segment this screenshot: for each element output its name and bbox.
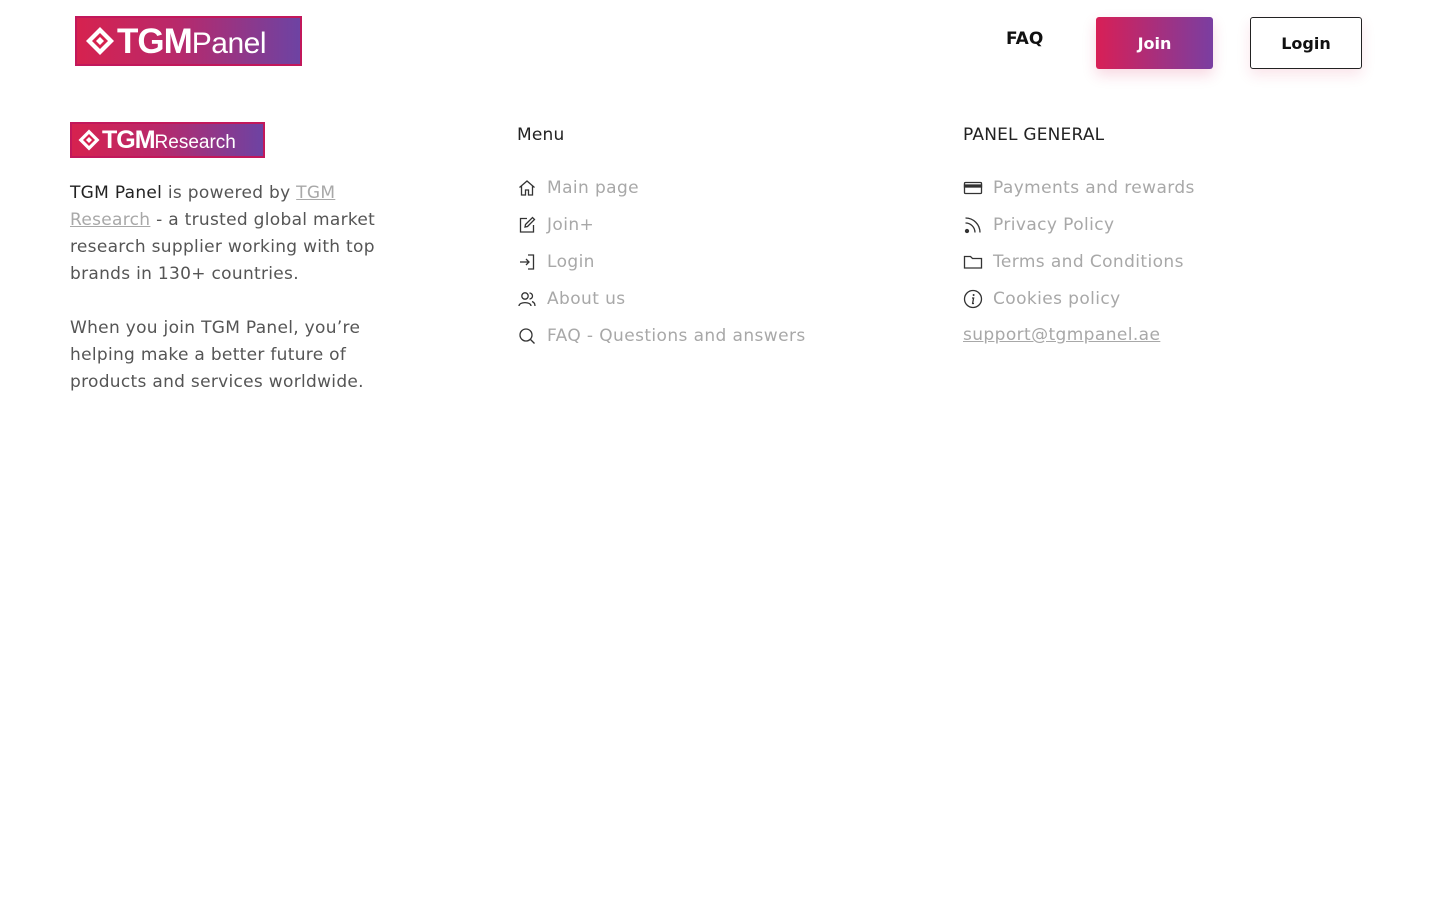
menu-link-label[interactable]: Login [547, 252, 595, 272]
general-link-label[interactable]: Cookies policy [993, 289, 1121, 309]
about-description: TGM Panel is powered by TGM Research - a… [70, 180, 410, 396]
login-icon [517, 252, 537, 272]
powered-by-text: is powered by [162, 183, 297, 203]
rss-icon [963, 215, 983, 235]
menu-link-label[interactable]: FAQ - Questions and answers [547, 326, 806, 346]
panel-general-title: PANEL GENERAL [963, 125, 1105, 145]
credit-card-icon [963, 178, 983, 198]
about-paragraph-2: When you join TGM Panel, you’re helping … [70, 318, 364, 392]
info-icon [963, 289, 983, 309]
diamond-logo-icon [83, 24, 117, 58]
nav-faq-link[interactable]: FAQ [1006, 29, 1043, 49]
menu-link-label[interactable]: Main page [547, 178, 639, 198]
panel-general-column: PANEL GENERAL Payments and rewards Priva… [963, 122, 1383, 354]
login-button[interactable]: Login [1250, 17, 1362, 69]
general-item-cookies[interactable]: Cookies policy [963, 280, 1383, 317]
site-header: TGMPanel FAQ Join Login [0, 0, 1440, 84]
tgm-research-logo[interactable]: TGMResearch [70, 122, 265, 158]
brand-name: TGM Panel [70, 183, 163, 203]
menu-item-about-us[interactable]: About us [517, 280, 917, 317]
menu-item-faq[interactable]: FAQ - Questions and answers [517, 317, 917, 354]
tgm-panel-logo[interactable]: TGMPanel [75, 16, 302, 66]
users-icon [517, 289, 537, 309]
menu-column: Menu Main page Join+ Login About us FAQ … [517, 122, 917, 354]
folder-icon [963, 252, 983, 272]
edit-icon [517, 215, 537, 235]
join-button[interactable]: Join [1096, 17, 1213, 69]
logo-wordmark: TGMPanel [117, 21, 267, 61]
general-link-label[interactable]: Payments and rewards [993, 178, 1195, 198]
general-item-privacy[interactable]: Privacy Policy [963, 206, 1383, 243]
menu-list: Main page Join+ Login About us FAQ - Que… [517, 169, 917, 354]
support-email-link[interactable]: support@tgmpanel.ae [963, 317, 1383, 354]
menu-item-join[interactable]: Join+ [517, 206, 917, 243]
general-item-terms[interactable]: Terms and Conditions [963, 243, 1383, 280]
general-link-label[interactable]: Terms and Conditions [993, 252, 1184, 272]
menu-item-main-page[interactable]: Main page [517, 169, 917, 206]
about-column: TGMResearch TGM Panel is powered by TGM … [70, 122, 410, 396]
menu-link-label[interactable]: About us [547, 289, 626, 309]
home-icon [517, 178, 537, 198]
search-icon [517, 326, 537, 346]
general-link-label[interactable]: Privacy Policy [993, 215, 1114, 235]
logo-wordmark: TGMResearch [102, 125, 236, 154]
menu-item-login[interactable]: Login [517, 243, 917, 280]
general-item-payments[interactable]: Payments and rewards [963, 169, 1383, 206]
menu-title: Menu [517, 125, 565, 145]
panel-general-list: Payments and rewards Privacy Policy Term… [963, 169, 1383, 317]
menu-link-label[interactable]: Join+ [547, 215, 594, 235]
diamond-logo-icon [76, 127, 102, 153]
